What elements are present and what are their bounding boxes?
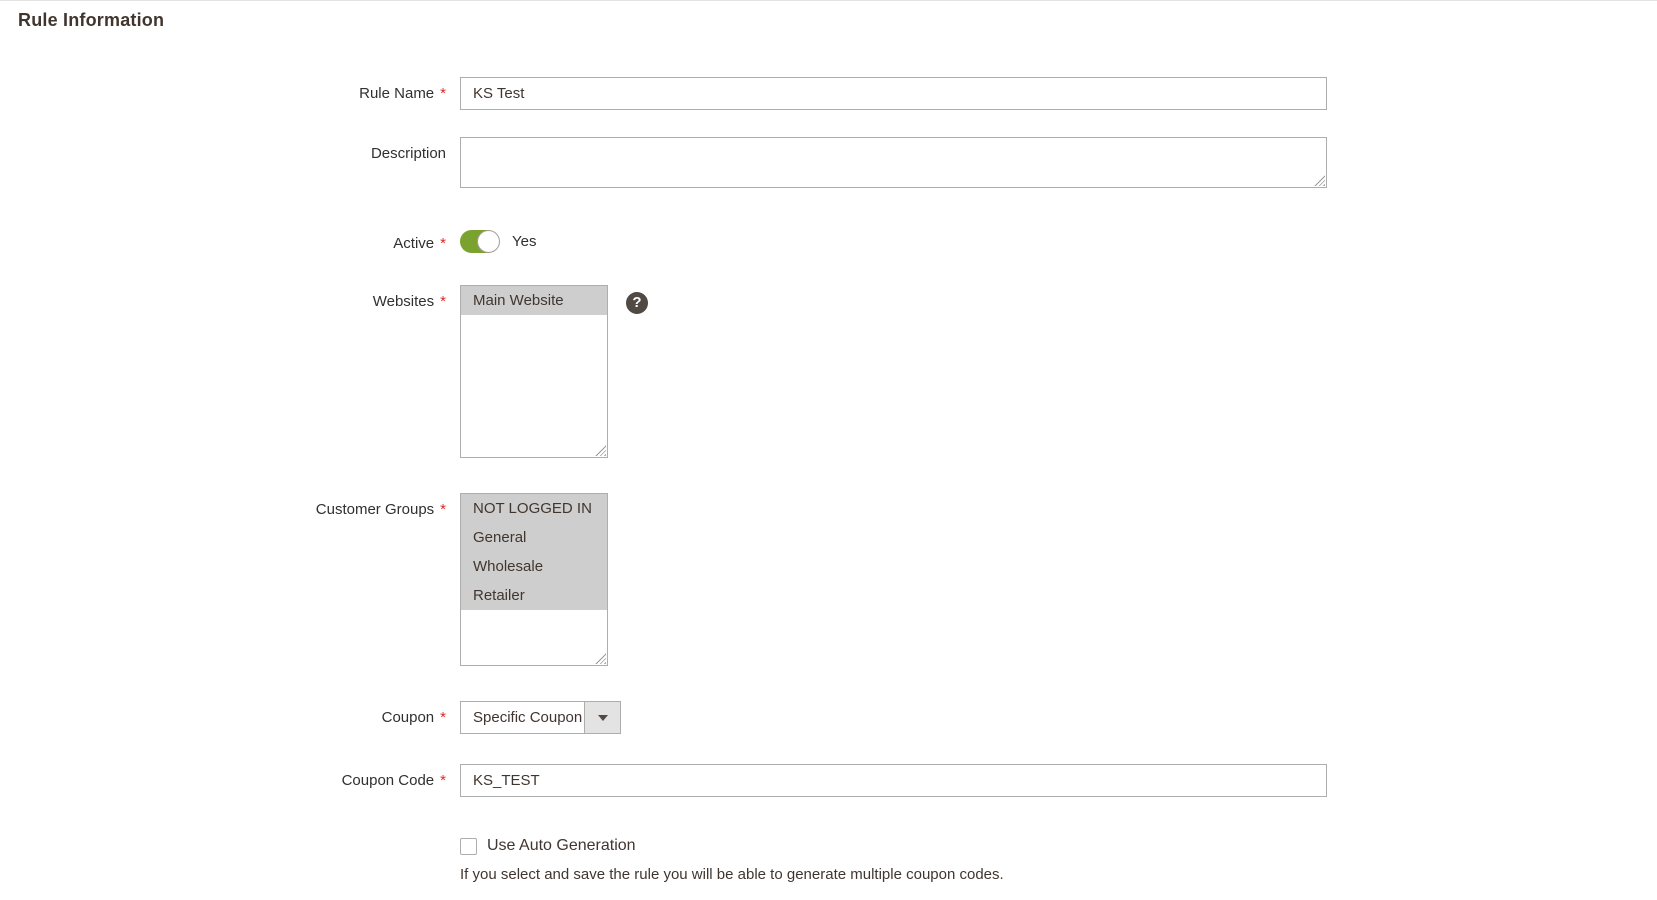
websites-label: Websites * [372, 293, 446, 310]
use-auto-generation-checkbox[interactable] [460, 837, 477, 855]
toggle-knob [477, 230, 500, 253]
required-asterisk: * [440, 501, 446, 518]
customer-groups-multiselect[interactable]: NOT LOGGED IN General Wholesale Retailer [460, 493, 608, 666]
use-auto-generation-note: If you select and save the rule you will… [460, 866, 1004, 883]
resize-grip-icon[interactable] [1314, 175, 1325, 186]
coupon-select-value: Specific Coupon [473, 709, 583, 726]
coupon-select[interactable]: Specific Coupon [460, 701, 621, 734]
field-row-use-auto-generation: Use Auto Generation If you select and sa… [460, 837, 1657, 883]
websites-multiselect[interactable]: Main Website [460, 285, 608, 458]
field-row-active: Active * Yes [0, 227, 1657, 253]
required-asterisk: * [440, 709, 446, 726]
customer-groups-option[interactable]: Wholesale [461, 552, 607, 581]
rule-information-form: Rule Name* Description Active* [0, 77, 1657, 883]
page-title: Rule Information [18, 10, 165, 30]
required-asterisk: * [440, 293, 446, 310]
resize-grip-icon[interactable] [595, 445, 606, 456]
rule-name-input[interactable] [460, 77, 1327, 110]
coupon-label: Coupon * [381, 709, 446, 726]
field-row-description: Description [0, 137, 1657, 188]
chevron-down-icon [597, 714, 608, 721]
field-row-coupon: Coupon * Specific Coupon [0, 701, 1657, 734]
active-toggle[interactable] [460, 230, 500, 253]
description-label: Description [370, 145, 446, 162]
field-row-rule-name: Rule Name * [0, 77, 1657, 110]
websites-option-main-website[interactable]: Main Website [461, 286, 607, 315]
help-tooltip-icon[interactable]: ? [626, 292, 648, 314]
coupon-code-input[interactable] [460, 764, 1327, 797]
customer-groups-option[interactable]: General [461, 523, 607, 552]
use-auto-generation-label: Use Auto Generation [487, 837, 636, 854]
coupon-select-arrow-button[interactable] [584, 702, 620, 733]
required-asterisk: * [440, 85, 446, 102]
field-row-websites: Websites * Main Website ? [0, 285, 1657, 458]
resize-grip-icon[interactable] [595, 653, 606, 664]
coupon-code-label: Coupon Code * [341, 772, 446, 789]
field-row-coupon-code: Coupon Code * [0, 764, 1657, 797]
customer-groups-option[interactable]: NOT LOGGED IN [461, 494, 607, 523]
active-toggle-state-label: Yes [512, 233, 537, 250]
active-label: Active * [393, 235, 446, 252]
customer-groups-label: Customer Groups * [315, 501, 446, 518]
required-asterisk: * [440, 235, 446, 252]
rule-name-label: Rule Name * [359, 85, 446, 102]
description-textarea[interactable] [460, 137, 1327, 188]
required-asterisk: * [440, 772, 446, 789]
rule-information-section: Rule Information Rule Name* Description [0, 1, 1657, 883]
field-row-customer-groups: Customer Groups * NOT LOGGED IN General W… [0, 493, 1657, 666]
customer-groups-option[interactable]: Retailer [461, 581, 607, 610]
